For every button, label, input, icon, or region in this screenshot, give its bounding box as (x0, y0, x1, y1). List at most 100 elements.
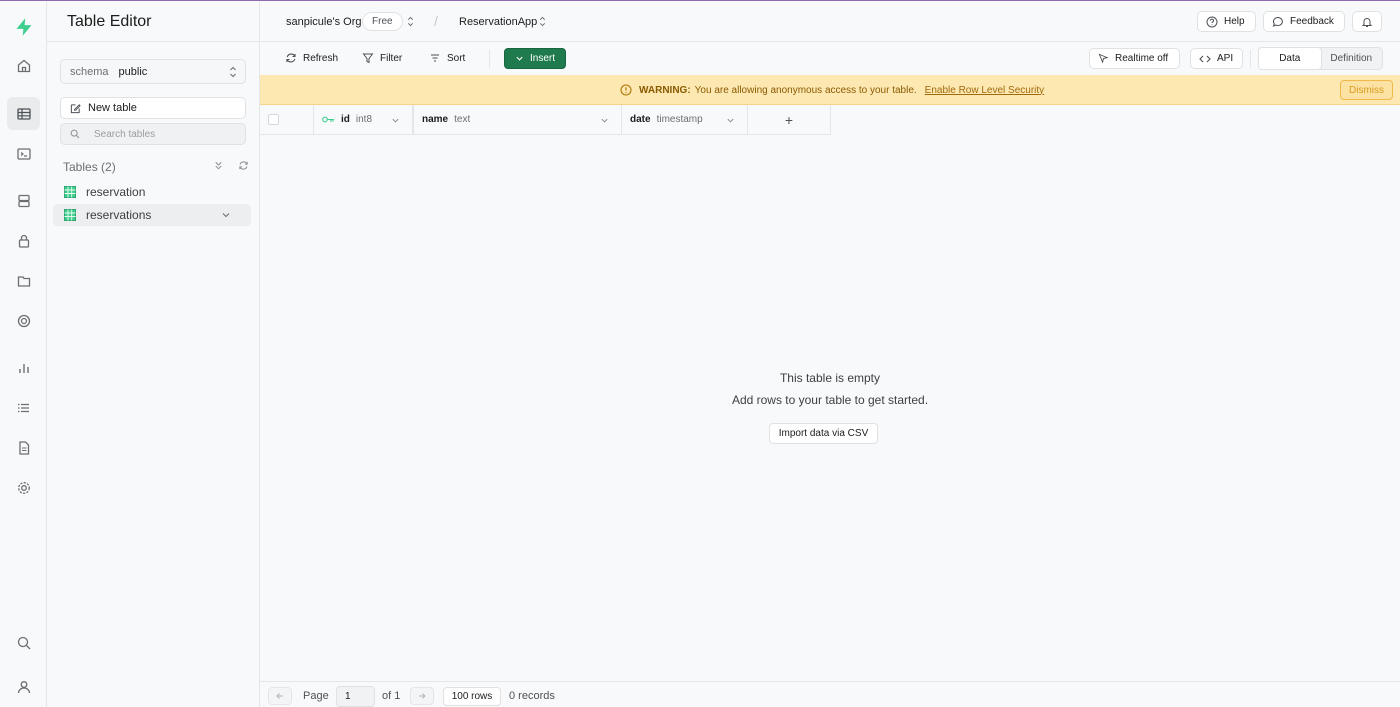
chevron-down-icon[interactable] (726, 116, 735, 125)
next-page-button[interactable] (410, 687, 434, 705)
column-name: date (630, 114, 651, 125)
new-table-label: New table (88, 102, 137, 114)
filter-label: Filter (380, 52, 403, 64)
notifications-button[interactable] (1352, 11, 1382, 32)
toolbar-divider (1250, 50, 1251, 68)
reports-icon[interactable] (7, 351, 40, 384)
dismiss-button[interactable]: Dismiss (1340, 80, 1393, 100)
new-table-button[interactable]: New table (60, 97, 246, 119)
page-number-input[interactable]: 1 (336, 686, 375, 707)
help-icon (1206, 16, 1218, 27)
api-docs-icon[interactable] (7, 431, 40, 464)
table-item-label: reservation (86, 185, 146, 199)
sort-button[interactable]: Sort (429, 52, 465, 64)
home-icon[interactable] (7, 49, 40, 82)
storage-icon[interactable] (7, 264, 40, 297)
column-name: name (422, 114, 449, 125)
message-icon (1272, 16, 1283, 27)
refresh-icon[interactable] (238, 160, 249, 171)
search-icon[interactable] (7, 626, 40, 659)
rls-warning-banner: WARNING: You are allowing anonymous acce… (260, 75, 1400, 105)
settings-icon[interactable] (7, 471, 40, 504)
table-icon (64, 186, 76, 198)
tables-count: Tables (2) (63, 160, 116, 174)
prev-page-button[interactable] (268, 687, 292, 705)
search-tables-input[interactable]: Search tables (60, 123, 246, 145)
chevron-down-icon[interactable] (391, 116, 400, 125)
logs-icon[interactable] (7, 391, 40, 424)
import-csv-button[interactable]: Import data via CSV (769, 423, 878, 444)
insert-button[interactable]: Insert (504, 48, 566, 69)
page-count: of 1 (382, 690, 401, 702)
chevron-down-icon[interactable] (600, 116, 609, 125)
page-label: Page (303, 690, 329, 702)
api-label: API (1217, 53, 1234, 64)
chevron-down-icon (516, 56, 523, 61)
warning-message: You are allowing anonymous access to you… (694, 84, 917, 96)
alert-circle-icon (620, 84, 632, 96)
empty-subtitle: Add rows to your table to get started. (731, 393, 929, 407)
pagination-footer: Page 1 of 1 100 rows 0 records (260, 681, 1400, 707)
warning-title: WARNING: (639, 84, 691, 96)
view-switch: Data Definition (1258, 47, 1383, 70)
filter-button[interactable]: Filter (362, 52, 402, 64)
tables-heading: Tables (2) (63, 159, 249, 175)
table-editor-icon[interactable] (7, 97, 40, 130)
grid-toolbar: Refresh Filter Sort Insert Realtime off … (260, 42, 1400, 75)
table-item-reservation[interactable]: reservation (53, 181, 251, 203)
refresh-icon (286, 53, 296, 63)
search-icon (70, 129, 80, 139)
breadcrumb-separator: / (434, 13, 438, 29)
schema-select[interactable]: schema public (60, 59, 246, 84)
collapse-all-icon[interactable] (213, 160, 224, 171)
logo-icon[interactable] (7, 10, 40, 43)
cursor-icon (1098, 53, 1109, 64)
feedback-button[interactable]: Feedback (1263, 11, 1345, 32)
column-header-date[interactable]: date timestamp (622, 105, 748, 135)
sql-editor-icon[interactable] (7, 137, 40, 170)
chevron-up-down-icon (230, 66, 236, 78)
divider (47, 41, 260, 42)
realtime-toggle[interactable]: Realtime off (1089, 48, 1180, 69)
realtime-label: Realtime off (1115, 53, 1169, 64)
page-title: Table Editor (67, 13, 152, 30)
refresh-button[interactable]: Refresh (285, 52, 338, 64)
enable-rls-link[interactable]: Enable Row Level Security (925, 85, 1045, 96)
auth-icon[interactable] (7, 224, 40, 257)
edit-icon (70, 103, 81, 113)
add-column-button[interactable]: + (748, 105, 831, 135)
column-type: int8 (355, 114, 373, 125)
chevron-up-down-icon[interactable] (406, 15, 415, 28)
plan-badge: Free (362, 12, 403, 31)
edge-functions-icon[interactable] (7, 304, 40, 337)
help-button[interactable]: Help (1197, 11, 1256, 32)
column-header-id[interactable]: id int8 (314, 105, 413, 135)
search-tables-placeholder: Search tables (94, 128, 156, 140)
empty-title: This table is empty (779, 371, 881, 385)
sort-label: Sort (447, 52, 466, 64)
user-icon[interactable] (7, 670, 40, 703)
grid-header: id int8 name text date timestamp + (260, 105, 831, 135)
org-selector[interactable]: sanpicule's Org (286, 16, 361, 28)
records-count: 0 records (509, 690, 555, 702)
chevron-up-down-icon[interactable] (538, 15, 547, 28)
project-selector[interactable]: ReservationApp (459, 16, 537, 28)
arrow-right-icon (419, 693, 426, 699)
database-icon[interactable] (7, 184, 40, 217)
tab-definition[interactable]: Definition (1321, 48, 1383, 69)
insert-label: Insert (529, 53, 555, 64)
api-button[interactable]: API (1190, 48, 1243, 69)
code-icon (1199, 55, 1211, 62)
select-all-checkbox[interactable] (268, 114, 279, 125)
filter-icon (362, 53, 374, 64)
chevron-down-icon[interactable] (221, 210, 231, 220)
schema-value: public (118, 65, 148, 78)
column-header-name[interactable]: name text (413, 105, 622, 135)
sort-icon (431, 54, 439, 62)
refresh-label: Refresh (303, 52, 339, 64)
empty-state: This table is empty Add rows to your tab… (260, 371, 1400, 407)
table-item-reservations[interactable]: reservations (53, 204, 251, 226)
tab-data[interactable]: Data (1258, 47, 1322, 70)
bell-icon (1361, 17, 1373, 27)
rows-per-page-select[interactable]: 100 rows (443, 687, 501, 706)
